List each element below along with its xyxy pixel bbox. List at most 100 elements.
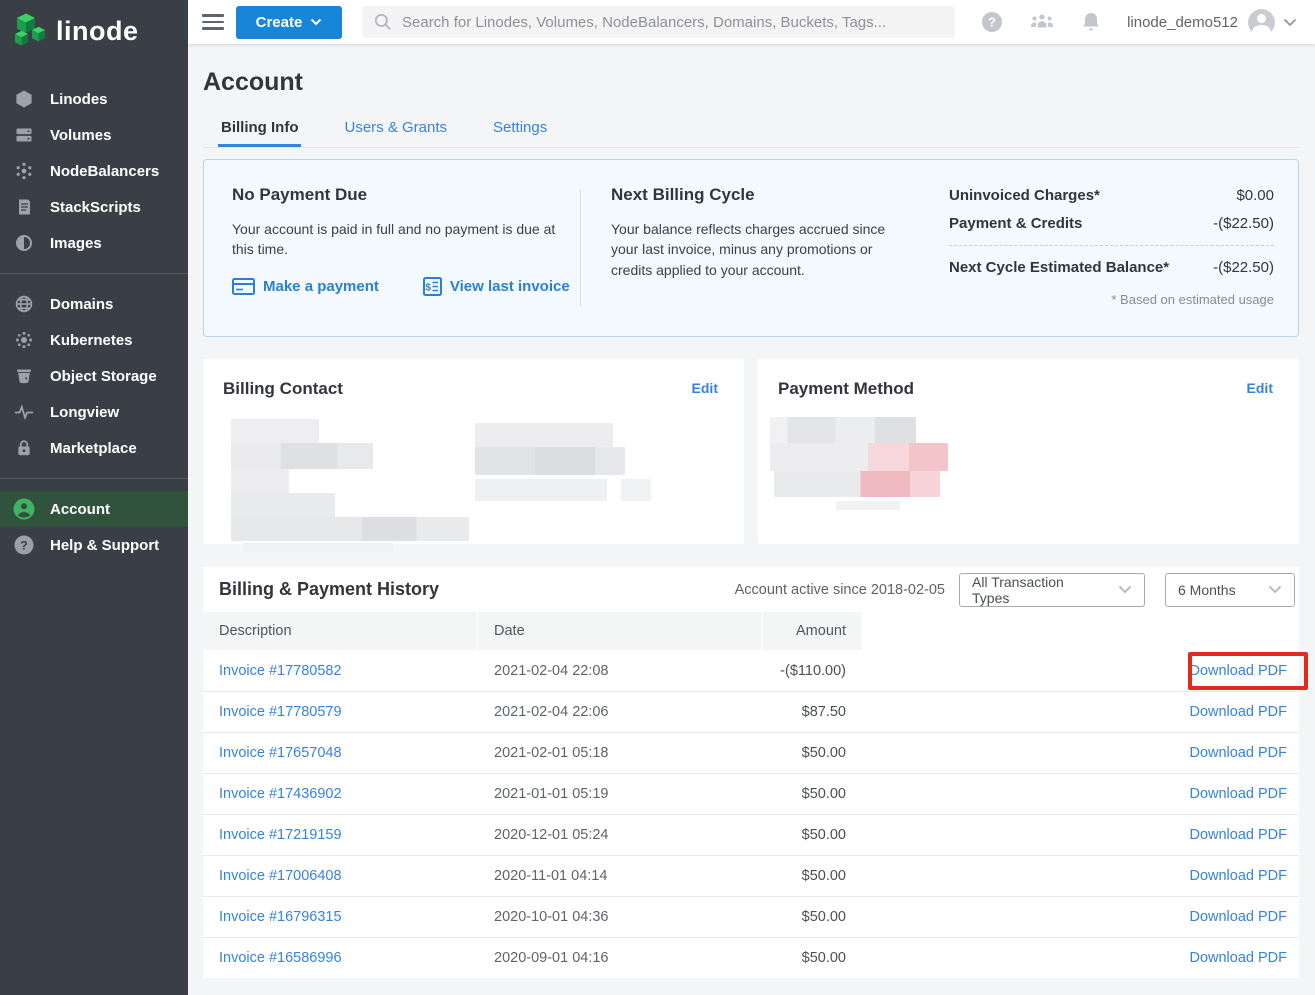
column-header-description[interactable]: Description (203, 612, 478, 650)
history-table-body: Invoice #17780582 2021-02-04 22:08 -($11… (203, 650, 1299, 978)
svg-text:?: ? (20, 538, 27, 552)
sidebar-item-images[interactable]: Images (0, 225, 188, 261)
invoice-link[interactable]: Invoice #16586996 (203, 950, 478, 966)
view-last-invoice-link[interactable]: $ View last invoice (423, 277, 570, 296)
sidebar-item-stackscripts[interactable]: StackScripts (0, 189, 188, 225)
date-range-select[interactable]: 6 Months (1165, 573, 1295, 607)
sidebar-item-linodes[interactable]: Linodes (0, 81, 188, 117)
download-pdf-link[interactable]: Download PDF (1189, 950, 1287, 966)
download-pdf-link[interactable]: Download PDF (1189, 868, 1287, 884)
table-row: Invoice #17006408 2020-11-01 04:14 $50.0… (203, 855, 1299, 896)
username-label[interactable]: linode_demo512 (1127, 14, 1238, 31)
invoice-action-cell: Download PDF (862, 704, 1299, 720)
table-row: Invoice #17657048 2021-02-01 05:18 $50.0… (203, 732, 1299, 773)
table-row: Invoice #17780579 2021-02-04 22:06 $87.5… (203, 691, 1299, 732)
invoice-amount-cell: $50.00 (763, 950, 862, 966)
user-avatar[interactable] (1248, 9, 1275, 36)
invoice-link[interactable]: Invoice #17219159 (203, 827, 478, 843)
invoice-link[interactable]: Invoice #17006408 (203, 868, 478, 884)
sidebar-item-object-storage[interactable]: Object Storage (0, 358, 188, 394)
invoice-date-cell: 2021-01-01 05:19 (478, 786, 763, 802)
sidebar-nav: Linodes Volumes NodeBalancers StackScrip… (0, 81, 188, 563)
table-row: Invoice #17219159 2020-12-01 05:24 $50.0… (203, 814, 1299, 855)
edit-billing-contact-link[interactable]: Edit (692, 380, 718, 396)
invoice-amount-cell: -($110.00) (763, 663, 862, 679)
search-input[interactable] (402, 14, 943, 31)
column-header-date[interactable]: Date (478, 612, 763, 650)
tab-billing-info[interactable]: Billing Info (218, 113, 301, 147)
estimated-usage-footnote: * Based on estimated usage (949, 292, 1274, 307)
edit-payment-method-link[interactable]: Edit (1247, 380, 1273, 396)
sidebar-item-longview[interactable]: Longview (0, 394, 188, 430)
sidebar-item-label: StackScripts (50, 199, 141, 216)
download-pdf-link[interactable]: Download PDF (1189, 827, 1287, 843)
tab-settings[interactable]: Settings (490, 113, 550, 147)
hamburger-menu-icon[interactable] (202, 14, 224, 30)
estimated-balance-label: Next Cycle Estimated Balance* (949, 259, 1169, 276)
download-pdf-link[interactable]: Download PDF (1189, 786, 1287, 802)
download-pdf-link[interactable]: Download PDF (1189, 909, 1287, 925)
account-avatar-icon (13, 498, 35, 520)
sidebar-item-help-support[interactable]: ? Help & Support (0, 527, 188, 563)
sidebar: linode Linodes Volumes NodeBalancers Sta… (0, 0, 188, 995)
download-pdf-link[interactable]: Download PDF (1189, 663, 1287, 679)
tab-bar: Billing Info Users & Grants Settings (203, 113, 1299, 148)
topbar-icons: ? (981, 11, 1101, 33)
column-header-amount[interactable]: Amount (763, 612, 862, 650)
sidebar-item-label: Help & Support (50, 537, 159, 554)
chevron-down-icon (310, 18, 322, 26)
sidebar-item-account[interactable]: Account (0, 491, 188, 527)
download-pdf-link[interactable]: Download PDF (1189, 745, 1287, 761)
sidebar-item-kubernetes[interactable]: Kubernetes (0, 322, 188, 358)
download-pdf-link[interactable]: Download PDF (1189, 704, 1287, 720)
invoice-date-cell: 2021-02-04 22:06 (478, 704, 763, 720)
invoice-icon: $ (423, 277, 442, 296)
make-payment-link[interactable]: Make a payment (232, 277, 379, 296)
invoice-action-cell: Download PDF (862, 663, 1299, 679)
invoice-action-cell: Download PDF (862, 950, 1299, 966)
transaction-type-select[interactable]: All Transaction Types (959, 573, 1145, 607)
linode-logo[interactable]: linode (0, 0, 188, 65)
invoice-date-cell: 2020-11-01 04:14 (478, 868, 763, 884)
svg-text:?: ? (988, 15, 996, 30)
billing-history-section: Billing & Payment History Account active… (203, 567, 1299, 978)
estimated-balance-row: Next Cycle Estimated Balance* -($22.50) (949, 259, 1274, 276)
tab-users-grants[interactable]: Users & Grants (341, 113, 450, 147)
invoice-date-cell: 2020-10-01 04:36 (478, 909, 763, 925)
billing-totals-panel: Uninvoiced Charges* $0.00 Payment & Cred… (949, 185, 1274, 316)
invoice-link[interactable]: Invoice #17780579 (203, 704, 478, 720)
chevron-down-icon (1246, 585, 1282, 594)
notifications-bell-icon[interactable] (1081, 11, 1101, 33)
invoice-date-cell: 2020-09-01 04:16 (478, 950, 763, 966)
invoice-link[interactable]: Invoice #16796315 (203, 909, 478, 925)
sidebar-item-label: Domains (50, 296, 113, 313)
billing-contact-title: Billing Contact (223, 379, 724, 399)
transaction-type-value: All Transaction Types (972, 574, 1096, 606)
no-payment-due-title: No Payment Due (232, 185, 578, 205)
sidebar-item-volumes[interactable]: Volumes (0, 117, 188, 153)
invoice-link[interactable]: Invoice #17657048 (203, 745, 478, 761)
question-circle-icon: ? (13, 534, 35, 556)
totals-dashed-divider (949, 245, 1274, 246)
sidebar-item-marketplace[interactable]: Marketplace (0, 430, 188, 466)
user-menu-chevron-icon[interactable] (1283, 18, 1297, 27)
community-icon[interactable] (1029, 12, 1055, 32)
disk-image-icon (13, 232, 35, 254)
sidebar-item-label: NodeBalancers (50, 163, 159, 180)
sidebar-item-domains[interactable]: Domains (0, 286, 188, 322)
help-icon[interactable]: ? (981, 11, 1003, 33)
billing-contact-card: Billing Contact Edit (203, 359, 744, 544)
sidebar-item-nodebalancers[interactable]: NodeBalancers (0, 153, 188, 189)
sidebar-item-label: Longview (50, 404, 119, 421)
invoice-link[interactable]: Invoice #17436902 (203, 786, 478, 802)
invoice-link[interactable]: Invoice #17780582 (203, 663, 478, 679)
search-box (362, 6, 955, 38)
credit-card-icon (232, 278, 255, 295)
sidebar-divider (0, 273, 188, 274)
create-button[interactable]: Create (236, 6, 342, 39)
sidebar-item-label: Volumes (50, 127, 111, 144)
invoice-action-cell: Download PDF (862, 909, 1299, 925)
invoice-action-cell: Download PDF (862, 745, 1299, 761)
no-payment-due-panel: No Payment Due Your account is paid in f… (232, 185, 578, 316)
no-payment-due-body: Your account is paid in full and no paym… (232, 219, 578, 260)
